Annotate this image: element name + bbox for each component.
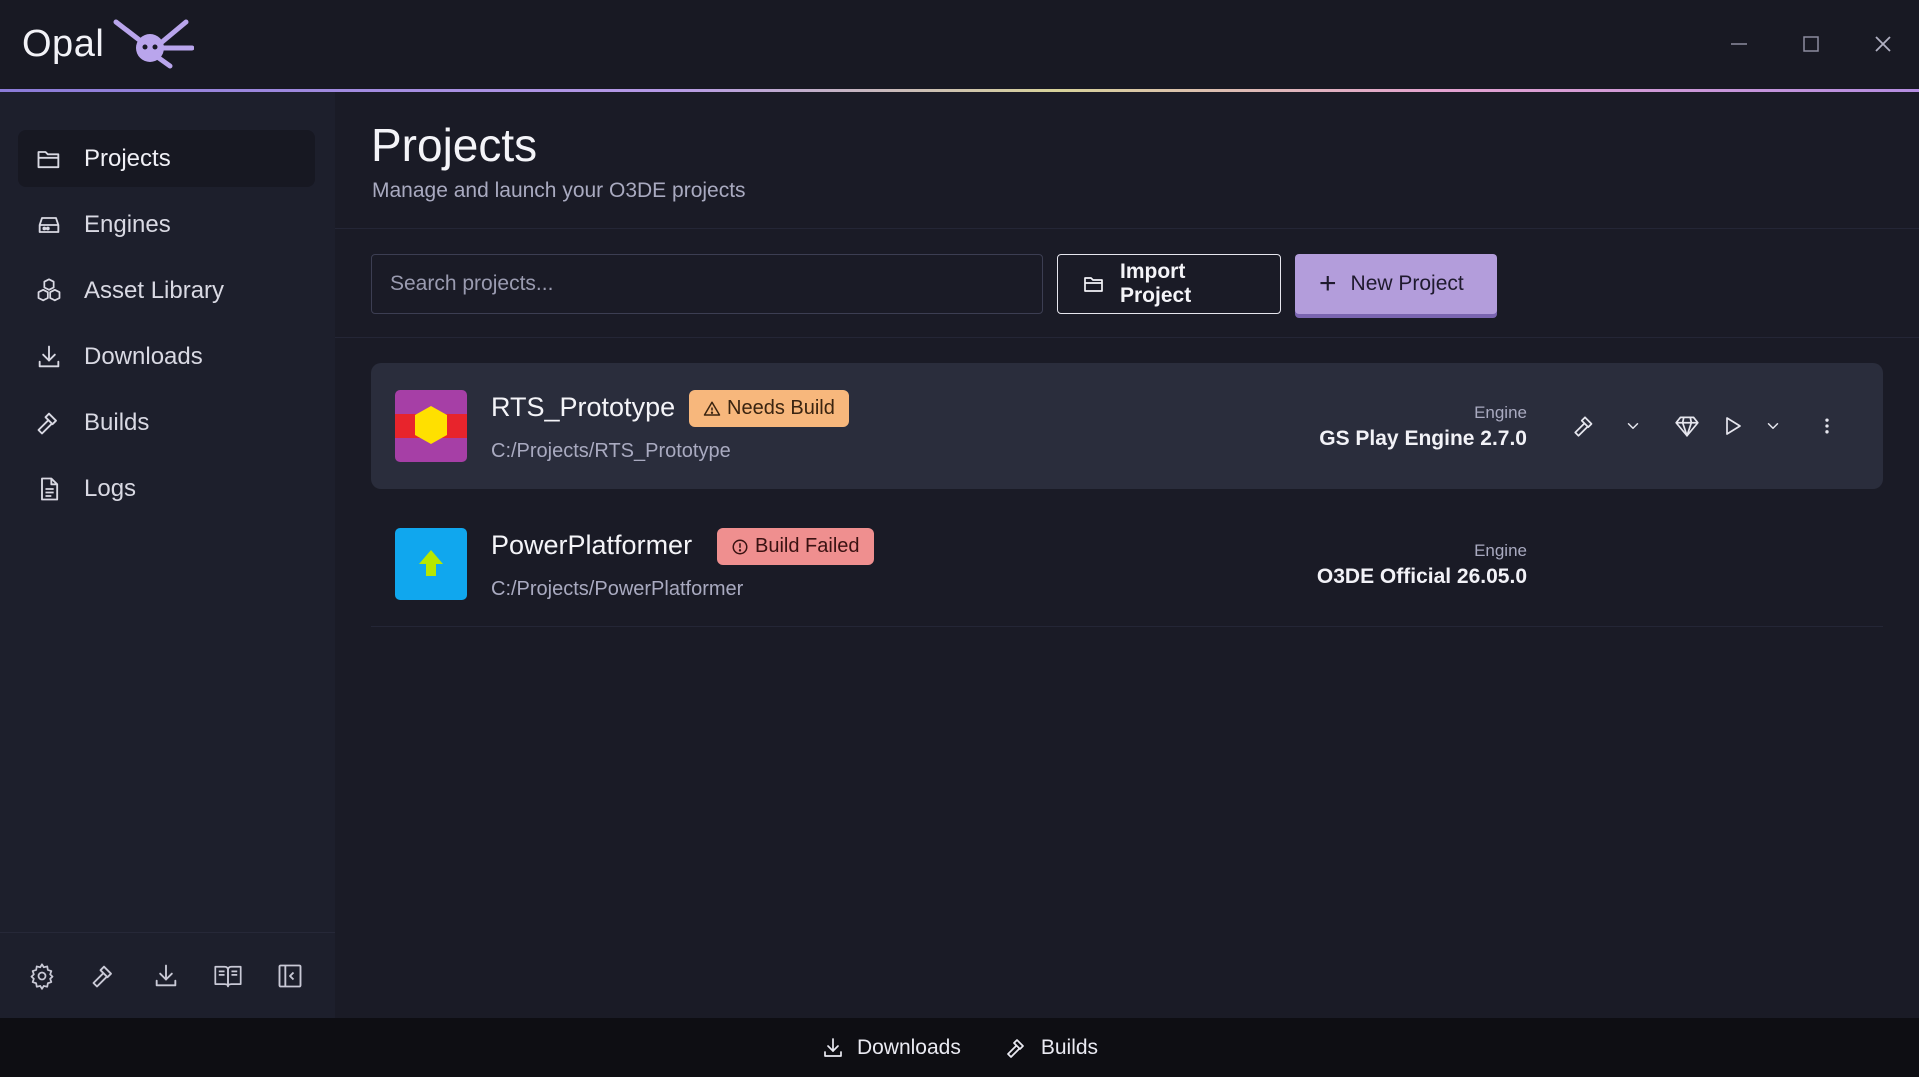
project-thumbnail-icon xyxy=(395,390,467,462)
sidebar-item-label: Projects xyxy=(84,144,171,172)
search-input[interactable] xyxy=(371,254,1043,314)
statusbar-builds-label: Builds xyxy=(1040,1035,1099,1059)
download-icon[interactable] xyxy=(150,960,182,992)
project-actions xyxy=(1565,406,1847,446)
statusbar-downloads[interactable]: Downloads xyxy=(821,1036,961,1060)
statusbar-builds[interactable]: Builds xyxy=(1005,1036,1098,1060)
opal-logo-icon xyxy=(112,18,195,70)
engine-label: Engine xyxy=(1474,541,1527,560)
sidebar-item-label: Builds xyxy=(84,408,150,436)
sidebar-item-asset-library[interactable]: Asset Library xyxy=(18,262,315,319)
hammer-icon xyxy=(34,408,64,438)
status-badge-label: Needs Build xyxy=(727,397,835,419)
download-icon xyxy=(34,342,64,372)
status-bar: Downloads Builds xyxy=(0,1018,1919,1077)
app-brand: Opal xyxy=(22,16,195,72)
folder-icon xyxy=(34,144,64,174)
engine-label: Engine xyxy=(1474,403,1527,422)
sidebar-item-label: Asset Library xyxy=(84,276,225,304)
import-project-button[interactable]: Import Project xyxy=(1057,254,1281,314)
sidebar-item-label: Logs xyxy=(84,474,137,502)
import-project-label: Import Project xyxy=(1120,260,1192,307)
project-name: RTS_Prototype xyxy=(491,392,676,422)
main-content: Projects Manage and launch your O3DE pro… xyxy=(335,92,1919,1018)
play-button[interactable] xyxy=(1713,406,1753,446)
sidebar: Projects Engines Asset Library Downloads… xyxy=(0,92,335,1018)
sidebar-item-logs[interactable]: Logs xyxy=(18,460,315,517)
maximize-button[interactable] xyxy=(1775,0,1847,88)
collapse-sidebar-icon[interactable] xyxy=(274,960,306,992)
hammer-icon xyxy=(1005,1036,1029,1060)
page-title: Projects xyxy=(371,119,538,171)
window-controls xyxy=(1703,0,1919,88)
status-badge: Build Failed xyxy=(717,528,874,565)
plus-icon: + xyxy=(1319,267,1337,300)
new-project-label: New Project xyxy=(1350,272,1464,295)
divider xyxy=(335,337,1919,338)
sidebar-item-builds[interactable]: Builds xyxy=(18,394,315,451)
project-name: PowerPlatformer xyxy=(491,530,693,560)
sidebar-item-downloads[interactable]: Downloads xyxy=(18,328,315,385)
project-path: C:/Projects/RTS_Prototype xyxy=(491,440,731,462)
close-button[interactable] xyxy=(1847,0,1919,88)
minimize-button[interactable] xyxy=(1703,0,1775,88)
sidebar-nav: Projects Engines Asset Library Downloads… xyxy=(18,130,315,526)
app-name: Opal xyxy=(22,22,105,65)
book-icon[interactable] xyxy=(212,960,244,992)
sidebar-item-label: Downloads xyxy=(84,342,203,370)
status-badge: Needs Build xyxy=(689,390,849,427)
alert-circle-icon xyxy=(731,538,749,556)
gem-icon[interactable] xyxy=(1667,406,1707,446)
sidebar-item-projects[interactable]: Projects xyxy=(18,130,315,187)
sidebar-item-label: Engines xyxy=(84,210,171,238)
project-list: RTS_Prototype Needs Build C:/Projects/RT… xyxy=(371,363,1883,639)
toolbar: Import Project + New Project xyxy=(371,254,1497,314)
settings-icon[interactable] xyxy=(26,960,58,992)
new-project-button[interactable]: + New Project xyxy=(1295,254,1497,314)
more-options-icon[interactable] xyxy=(1807,406,1847,446)
drive-icon xyxy=(34,210,64,240)
download-icon xyxy=(821,1036,845,1060)
project-row[interactable]: RTS_Prototype Needs Build C:/Projects/RT… xyxy=(371,363,1883,489)
sidebar-item-engines[interactable]: Engines xyxy=(18,196,315,253)
project-row[interactable]: PowerPlatformer Build Failed C:/Projects… xyxy=(371,501,1883,627)
folder-icon xyxy=(1082,272,1106,296)
document-icon xyxy=(34,474,64,504)
hammer-icon[interactable] xyxy=(88,960,120,992)
build-button[interactable] xyxy=(1565,406,1605,446)
divider xyxy=(335,228,1919,229)
launch-options-chevron-down-icon[interactable] xyxy=(1753,406,1793,446)
statusbar-downloads-label: Downloads xyxy=(856,1035,961,1059)
project-thumbnail-icon xyxy=(395,528,467,600)
engine-name: GS Play Engine 2.7.0 xyxy=(1319,427,1527,450)
title-bar: Opal xyxy=(0,0,1919,92)
page-subtitle: Manage and launch your O3DE projects xyxy=(372,179,746,202)
build-options-chevron-down-icon[interactable] xyxy=(1613,406,1653,446)
warning-icon xyxy=(703,400,721,418)
status-badge-label: Build Failed xyxy=(755,535,860,557)
project-path: C:/Projects/PowerPlatformer xyxy=(491,578,744,600)
cubes-icon xyxy=(34,276,64,306)
sidebar-footer xyxy=(0,932,335,1018)
engine-name: O3DE Official 26.05.0 xyxy=(1316,565,1527,588)
